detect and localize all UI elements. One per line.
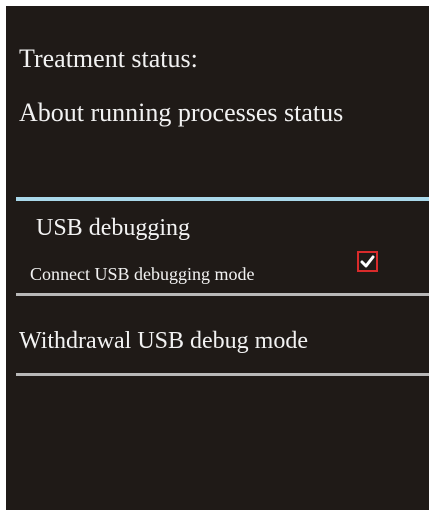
usb-debugging-summary: Connect USB debugging mode — [30, 264, 255, 284]
withdrawal-usb-debug-setting[interactable]: Withdrawal USB debug mode — [6, 296, 429, 373]
usb-debugging-checkbox[interactable] — [357, 251, 378, 272]
treatment-status-title: Treatment status: — [19, 44, 198, 73]
checkmark-icon — [360, 255, 375, 268]
settings-screen: Treatment status: About running processe… — [6, 6, 429, 510]
usb-debugging-setting[interactable]: USB debugging Connect USB debugging mode — [6, 201, 429, 293]
usb-debugging-title: USB debugging — [36, 215, 191, 241]
treatment-status-value: About running processes status — [19, 98, 344, 127]
row-divider — [16, 373, 429, 376]
withdrawal-usb-debug-label: Withdrawal USB debug mode — [19, 328, 308, 354]
